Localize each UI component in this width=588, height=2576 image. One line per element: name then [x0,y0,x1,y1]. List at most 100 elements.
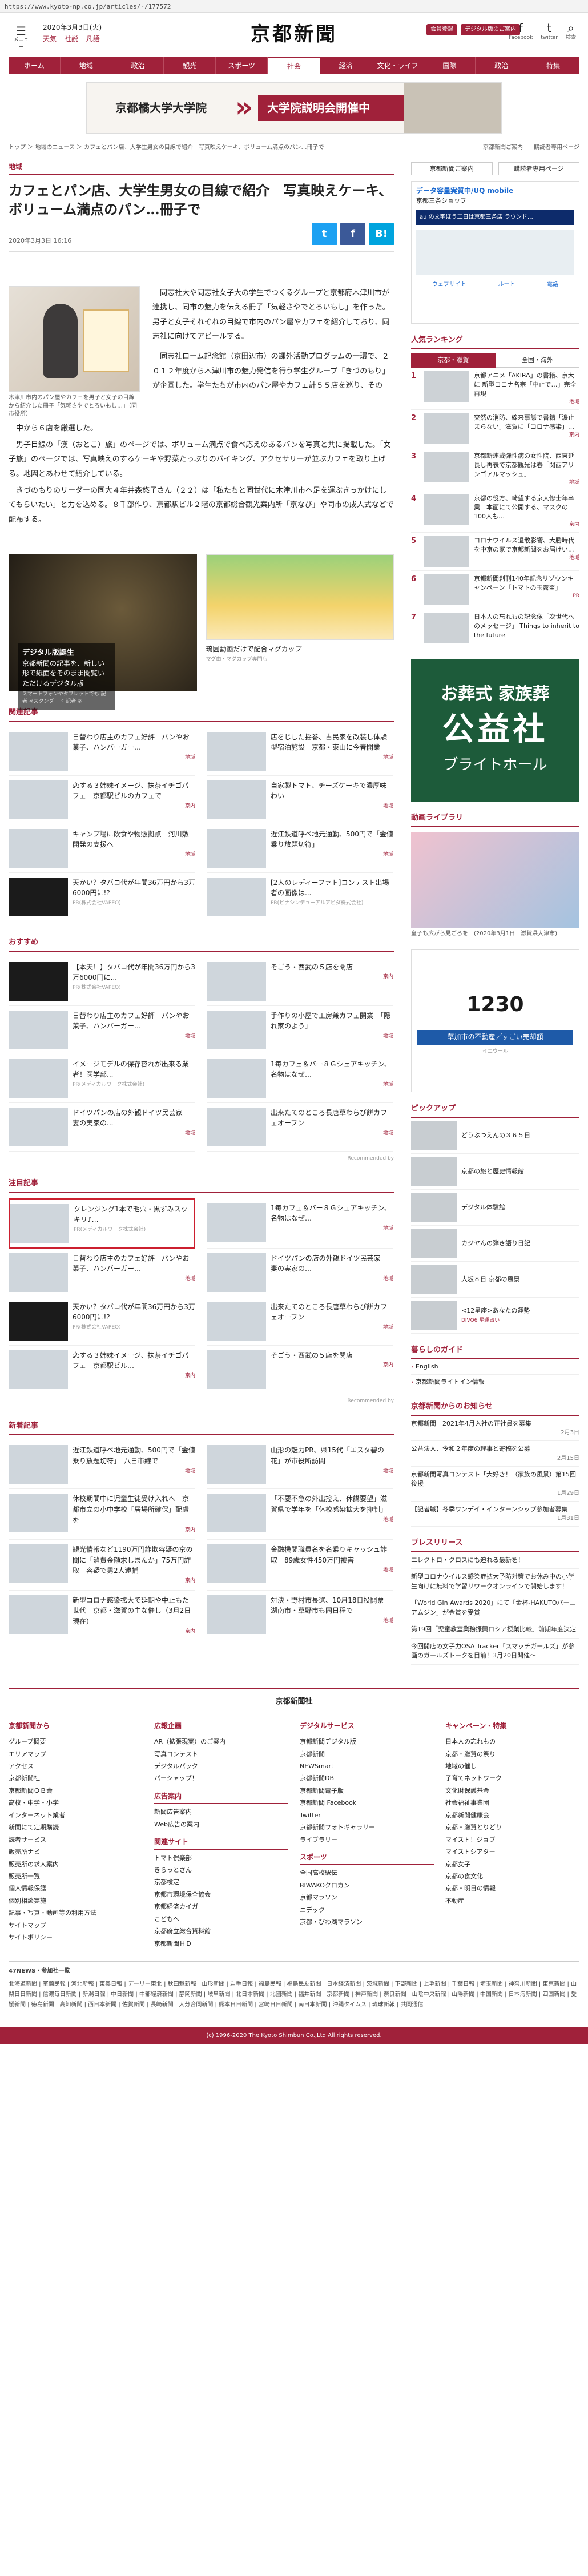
list-item[interactable]: 1毎カフェ＆バー８Ｇシェアキッチン、名物はなぜ… 地域 [207,1054,393,1103]
footer-link[interactable]: NEWSmart [300,1760,434,1772]
article-photo[interactable] [9,286,140,392]
ranking-item[interactable]: 7 日本人の忘れもの記念像「次世代へのメッセージ」 Things to inher… [411,609,579,647]
list-item[interactable]: 自家製トマト、チーズケーキで濃厚味わい 地域 [207,776,393,824]
editorial-link[interactable]: 社説 [65,35,78,43]
footer-link[interactable]: パーシャップ！ [154,1772,288,1784]
footer-col-links[interactable]: 日本人の忘れもの 京都・滋賀の祭り 地域の催し 子育てネットワーク 文化財保護基金 社会福… [445,1736,579,1907]
notice-item[interactable]: 京都新聞写真コンテスト「大好き！（家族の風景）第15回後援 1月29日 [411,1467,579,1502]
press-item[interactable]: 新型コロナウイルス感染症拡大予防対策でお休み中の小学生向けに無料で学習リワークオ… [411,1569,579,1596]
footer-col-links[interactable]: トマト倶楽部 きらっとさん 京都検定 京都市環境保全協会 京都経済カイガ こどもへ 京都府立… [154,1852,288,1950]
sidebar-subscriber-link[interactable]: 購読者専用ページ [498,162,579,176]
footer-link[interactable]: 京都新聞 [300,1748,434,1760]
footer-link[interactable]: 京都・びわ湖マラソン [300,1916,434,1928]
ranking-item[interactable]: 3 京都新連載弾性病の女性院、西東延長し再表で京都観光は春「関西アリンゴアルマッシ… [411,448,579,490]
ranking-item[interactable]: 1 京都アニメ「AKIRA」の書籍、京大に 新型コロナ名宗「中止で…」完全再現 地域 [411,368,579,410]
footer-link[interactable]: こどもへ [154,1913,288,1925]
footer-col-links[interactable]: グループ概要 エリアマップ アクセス 京都新聞社 京都新聞ＯＢ会 高校・中学・小学 インター… [9,1736,143,1943]
footer-link[interactable]: グループ概要 [9,1736,143,1748]
column-link[interactable]: 凡語 [86,35,100,43]
uq-mobile-ad[interactable]: データ容量実質中/UQ mobile 京都三条ショップ au の文字ほう工日は京… [411,181,579,324]
list-item[interactable]: ドイツパンの店の外観ドイツ民芸家 妻の実家の... 地域 [9,1103,195,1152]
pickup-item[interactable]: 大坂８日 京都の風景 [411,1262,579,1298]
footer-link[interactable]: 新聞にて定期購読 [9,1821,143,1833]
list-item[interactable]: 金融機関職員名を名乗りキャッシュ詐取 89歳女性450万円被害 地域 [207,1540,393,1591]
footer-link[interactable]: 京都新聞DB [300,1772,434,1784]
footer-link[interactable]: マイスト！ジョブ [445,1834,579,1846]
footer-link[interactable]: 京都検定 [154,1876,288,1888]
list-item[interactable]: 1毎カフェ＆バー８Ｇシェアキッチン、名物はなぜ… 地域 [207,1198,393,1249]
ranking-item[interactable]: 6 京都新聞創刊140年記念リゾウンキャンペーン「トマトの玉露盃」 PR [411,571,579,609]
recommended-by[interactable]: Recommended by [9,1155,394,1162]
footer-link[interactable]: 京都経済カイガ [154,1901,288,1913]
list-item[interactable]: 日替わり店主のカフェ好評 パンやお菓子、ハンバーガー… 地域 [9,727,195,776]
facebook-link[interactable]: f Facebook [509,22,533,42]
footer-link[interactable]: きらっとさん [154,1864,288,1876]
footer-link[interactable]: サイトポリシー [9,1931,143,1943]
hatena-share-button[interactable]: B! [369,223,394,246]
footer-link[interactable]: 販売所ナビ [9,1846,143,1858]
list-item-highlighted[interactable]: クレンジング1本で毛穴・黒ずみスッキリ♪… PR(メディカルワーク株式会社) [9,1198,195,1249]
guide-link[interactable]: 京都新聞ご案内 [483,144,523,151]
footer-link[interactable]: 京都新聞ＨＤ [154,1938,288,1950]
footer-link[interactable]: 京都女子 [445,1858,579,1870]
footer-col-links[interactable]: AR（拡張現実）のご案内 写真コンテスト デジタルパック パーシャップ！ [154,1736,288,1785]
nav-region[interactable]: 地域 [61,57,112,74]
nav-home[interactable]: ホーム [9,57,61,74]
footer-link[interactable]: エリアマップ [9,1748,143,1760]
pickup-item[interactable]: どうぶつえんの３６５日 [411,1118,579,1154]
member-register-button[interactable]: 会員登録 [426,24,458,35]
footer-link[interactable]: インターネット業者 [9,1809,143,1821]
list-item[interactable]: 対決・野村市長選、10月18日投開票 湖南市・草野市も同日程で 地域 [207,1591,393,1641]
recommended-by[interactable]: Recommended by [9,1398,394,1405]
twitter-share-button[interactable]: t [312,223,337,246]
footer-link[interactable]: ライブラリー [300,1834,434,1846]
footer-link[interactable]: 不動産 [445,1895,579,1907]
real-estate-ad[interactable]: 1230 草加市の不動産／すごい売却額 イエウール [411,949,579,1093]
nav-international[interactable]: 国際 [424,57,476,74]
footer-brand[interactable]: 京都新聞社 [9,1687,579,1716]
list-item[interactable]: 山形の魅力PR、県15代「エスタ碧の花」が市役所訪問 地域 [207,1440,393,1490]
list-item[interactable]: 恋する３姉妹イメージ、抹茶イチゴパフェ 京都駅ビル… 京内 [9,1346,195,1394]
notice-item[interactable]: 公益法人、令和２年度の理事と寄稿を公募 2月15日 [411,1441,579,1467]
footer-link[interactable]: デジタルパック [154,1760,288,1772]
tab-kyoto-shiga[interactable]: 京都・滋賀 [411,353,496,368]
ranking-item[interactable]: 2 突然の消防、線来事態で書籍「涙止まらない」滋賀に「コロナ感染」… 京内 [411,410,579,449]
footer-link[interactable]: 京都・明日の情報 [445,1882,579,1894]
footer-link[interactable]: トマト倶楽部 [154,1852,288,1864]
list-item[interactable]: 手作りの小屋で工房兼カフェ開業 「隠れ家のよう」 地域 [207,1006,393,1054]
guide-english-link[interactable]: English [411,1359,579,1375]
footer-link[interactable]: 京都新聞健康会 [445,1809,579,1821]
footer-link[interactable]: 京都の食文化 [445,1870,579,1882]
video-player[interactable] [411,831,579,928]
footer-link[interactable]: アクセス [9,1760,143,1772]
browser-url-bar[interactable]: https://www.kyoto-np.co.jp/articles/-/17… [0,0,588,13]
nav-society[interactable]: 社会 [268,57,320,74]
list-item[interactable]: 新型コロナ感染拡大で延期や中止もた世代 京都・滋賀の主な催し（3月2日現在） 京内 [9,1591,195,1641]
nav-features[interactable]: 特集 [527,57,579,74]
list-item[interactable]: 日替わり店主のカフェ好評 パンやお菓子、ハンバーガー… 地域 [9,1006,195,1054]
footer-link[interactable]: ニデック [300,1904,434,1916]
footer-link[interactable]: 文化財保護基金 [445,1785,579,1797]
digital-edition-ad[interactable]: デジタル版誕生 京都新聞の記事を、新しい形で紙面をそのまま閲覧いただけるデジタル… [9,554,197,711]
mug-ad[interactable]: 琉園動画だけで配合マグカップ マグ由・マグカップ専門店 [206,554,394,691]
footer-link[interactable]: 京都新聞ＯＢ会 [9,1785,143,1797]
search-link[interactable]: ⌕ 検索 [566,22,576,42]
weather-link[interactable]: 天気 [43,35,57,43]
article-category[interactable]: 地域 [9,162,394,175]
list-item[interactable]: 天かい？タバコ代が年間36万円から3万6000円に!? PR(株式会社VAPEO) [9,873,195,921]
list-item[interactable]: 出来たてのところ長唐草わらび餅カフェオープン 地域 [207,1103,393,1152]
footer-link[interactable]: 京都市環境保全協会 [154,1889,288,1901]
footer-link[interactable]: 社会福祉事業団 [445,1797,579,1809]
footer-link[interactable]: 子育てネットワーク [445,1772,579,1784]
footer-link[interactable]: 個人情報保護 [9,1882,143,1894]
footer-link[interactable]: 記事・写真・動画等の利用方法 [9,1907,143,1919]
footer-link[interactable]: 販売所の求人案内 [9,1858,143,1870]
footer-link[interactable]: 京都新聞 Facebook [300,1797,434,1809]
footer-link[interactable]: 京都府立総合資料館 [154,1925,288,1937]
footer-col-links[interactable]: 京都新聞デジタル版 京都新聞 NEWSmart 京都新聞DB 京都新聞電子版 京都新聞 F… [300,1736,434,1846]
footer-link[interactable]: 京都新聞フォトギャラリー [300,1821,434,1833]
funeral-service-ad[interactable]: お葬式 家族葬 公益社 ブライトホール [411,658,579,802]
footer-link[interactable]: BIWAKOクロカン [300,1879,434,1891]
ranking-item[interactable]: 4 京都の役方、崎望する京大修士年卒業 本面にて公開する、マスクの100人も… 京内 [411,490,579,533]
list-item[interactable]: イメージモデルの保存容れが出来る業者！医学部... PR(メディカルワーク株式会社… [9,1054,195,1103]
